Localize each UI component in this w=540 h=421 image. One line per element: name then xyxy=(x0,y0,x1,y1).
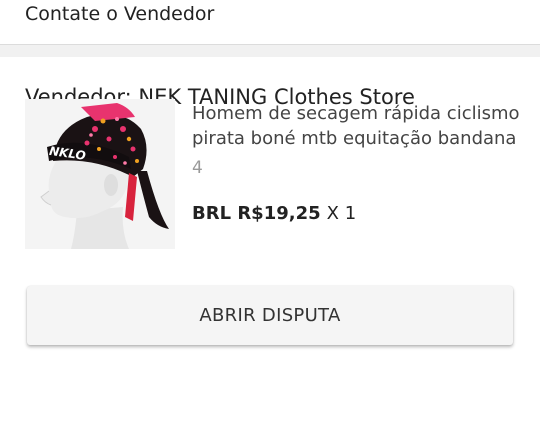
order-detail-screen: Contate o Vendedor Vendedor: NEK TANING … xyxy=(0,0,540,421)
product-quantity: X 1 xyxy=(326,203,357,224)
product-price: BRL R$19,25 xyxy=(192,203,321,224)
section-divider xyxy=(0,44,540,57)
product-variant: 4 xyxy=(192,158,203,178)
price-row: BRL R$19,25 X 1 xyxy=(192,202,356,226)
open-dispute-button[interactable]: ABRIR DISPUTA xyxy=(27,286,513,345)
bandana-mannequin-image: NKLO xyxy=(25,99,175,249)
product-image[interactable]: NKLO xyxy=(25,99,175,249)
contact-seller-link[interactable]: Contate o Vendedor xyxy=(25,2,214,26)
product-title[interactable]: Homem de secagem rápida ciclismo pirata … xyxy=(192,101,522,151)
contact-seller-row[interactable]: Contate o Vendedor xyxy=(0,0,540,44)
